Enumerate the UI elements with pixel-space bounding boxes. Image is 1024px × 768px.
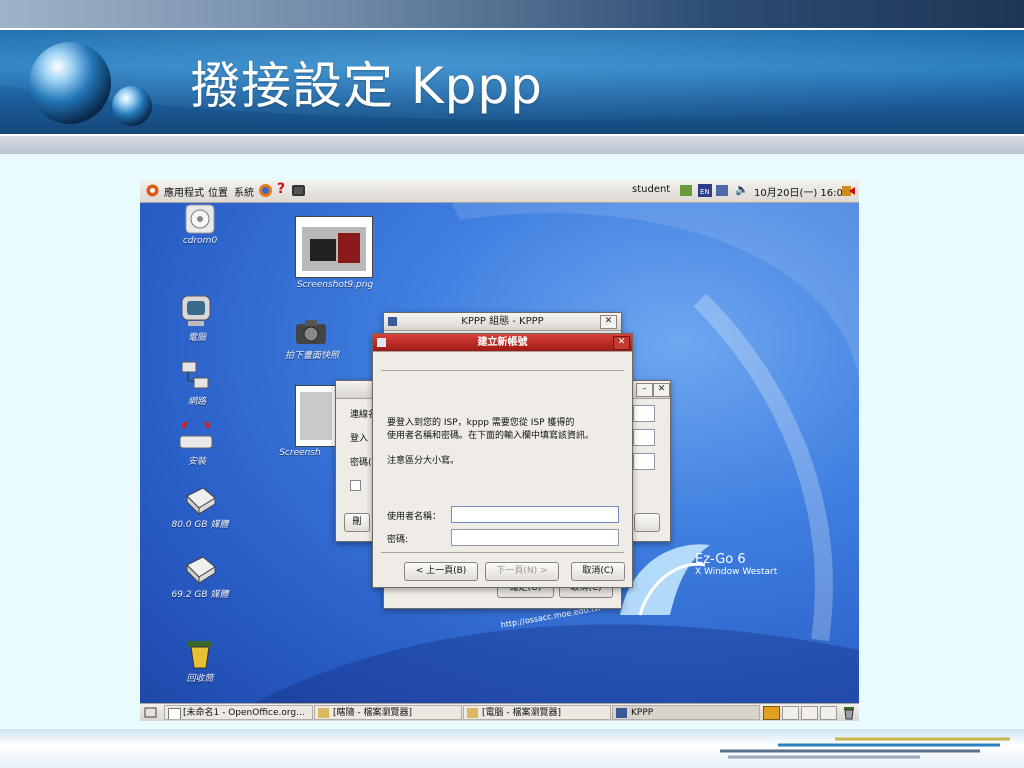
firefox-icon[interactable]	[258, 183, 273, 198]
distro-logo-icon[interactable]	[145, 183, 160, 198]
intro-text-line1: 要登入到您的 ISP，kppp 需要您從 ISP 獲得的	[387, 418, 575, 428]
login-label: 登入	[350, 434, 369, 444]
delete-button[interactable]: 刪	[344, 513, 370, 532]
connection-dropdown[interactable]	[633, 405, 655, 422]
folder-icon	[467, 708, 478, 718]
taskbar-item-kppp[interactable]: KPPP	[612, 705, 760, 720]
desktop-icon-label: 80.0 GB 媒體	[171, 520, 229, 530]
panel-username: student	[632, 184, 671, 195]
gnome-bottom-panel: [未命名1 - OpenOffice.org... [瞎隨 - 檔案瀏覽器] […	[140, 703, 859, 721]
menu-places[interactable]: 位置	[208, 184, 228, 199]
login-field[interactable]	[633, 429, 655, 446]
desktop-icon-label: cdrom0	[182, 236, 218, 246]
show-desktop-icon[interactable]	[144, 706, 157, 719]
taskbar-item-openoffice[interactable]: [未命名1 - OpenOffice.org...	[164, 705, 313, 720]
slide-title: 撥接設定 Kppp	[190, 57, 543, 115]
taskbar-label: [未命名1 - OpenOffice.org...	[183, 708, 305, 718]
desktop-icon-label: 69.2 GB 媒體	[171, 590, 229, 600]
volume-icon[interactable]: 🔈	[735, 183, 749, 196]
tray-icons[interactable]: EN	[680, 183, 730, 198]
desktop-icon-label: 電腦	[187, 333, 206, 343]
panel-clock[interactable]: 10月20日(一) 16:06	[754, 184, 849, 199]
next-button[interactable]: 下一頁(N) >	[485, 562, 559, 581]
image-file-icon[interactable]	[295, 216, 373, 278]
gnome-top-panel: 應用程式 位置 系統 ? student EN 🔈 10月20日(一) 16:0…	[140, 180, 859, 203]
bottom-lines-decoration	[720, 737, 1010, 759]
menu-system[interactable]: 系統	[234, 184, 254, 199]
case-sensitive-note: 注意區分大小寫。	[387, 456, 460, 466]
desktop-icon-label: Screenshot9.png	[296, 280, 374, 290]
close-button[interactable]: ✕	[613, 336, 630, 350]
wallpaper-tagline: X Window Westart	[695, 567, 778, 577]
close-button[interactable]: ✕	[653, 383, 670, 397]
taskbar-label: [瞎隨 - 檔案瀏覽器]	[333, 708, 412, 718]
title-underline-strip	[0, 136, 1024, 154]
desktop-icon-label: 網路	[187, 397, 206, 407]
folder-icon	[318, 708, 329, 718]
cdrom-icon[interactable]	[185, 204, 215, 234]
kppp-app-icon	[388, 317, 397, 326]
new-account-titlebar[interactable]: 建立新帳號 ✕	[373, 334, 632, 352]
minimize-button[interactable]: –	[636, 383, 653, 397]
top-decorative-strip	[0, 0, 1024, 28]
workspace-3[interactable]	[801, 706, 818, 720]
password-label: 密碼(	[350, 458, 372, 468]
desktop-icon-label: 回收筒	[186, 674, 214, 684]
username-input[interactable]	[451, 506, 619, 523]
separator	[381, 370, 624, 371]
desktop-icon-label: 拍下畫面快照	[284, 351, 339, 361]
back-button[interactable]: < 上一頁(B)	[404, 562, 478, 581]
svg-text:EN: EN	[700, 188, 710, 196]
kppp-config-titlebar[interactable]: KPPP 組態 - KPPP ✕	[384, 313, 621, 331]
separator	[381, 552, 624, 553]
image-file-icon[interactable]	[295, 385, 337, 447]
camera-icon[interactable]	[295, 318, 327, 346]
install-icon[interactable]	[178, 422, 214, 452]
computer-icon[interactable]	[180, 294, 212, 328]
trash-icon[interactable]	[842, 705, 856, 720]
desktop-icon-label: 安裝	[187, 457, 206, 467]
kppp-config-title: KPPP 組態 - KPPP	[461, 316, 544, 327]
desktop-icon-label: Screensh	[279, 448, 321, 458]
trash-icon[interactable]	[186, 638, 214, 670]
username-label: 使用者名稱：	[387, 512, 442, 522]
logout-icon[interactable]	[841, 183, 856, 198]
new-account-title: 建立新帳號	[477, 337, 528, 348]
dialog-button[interactable]	[634, 513, 660, 532]
taskbar-label: KPPP	[631, 708, 654, 718]
close-button[interactable]: ✕	[600, 315, 617, 329]
taskbar-item-computer[interactable]: [電腦 - 檔案瀏覽器]	[463, 705, 611, 720]
network-icon[interactable]	[180, 360, 212, 392]
kppp-app-icon	[377, 338, 386, 347]
desktop-screenshot: 應用程式 位置 系統 ? student EN 🔈 10月20日(一) 16:0…	[140, 180, 859, 721]
harddisk-icon[interactable]	[183, 555, 217, 585]
help-icon[interactable]: ?	[277, 181, 285, 197]
workspace-2[interactable]	[782, 706, 799, 720]
document-icon	[168, 708, 181, 719]
workspace-1[interactable]	[763, 706, 780, 720]
new-account-dialog: 建立新帳號 ✕ 要登入到您的 ISP，kppp 需要您從 ISP 獲得的 使用者…	[372, 333, 633, 588]
password-input[interactable]	[451, 529, 619, 546]
taskbar-item-file-browser[interactable]: [瞎隨 - 檔案瀏覽器]	[314, 705, 462, 720]
spheres-logo-icon	[29, 42, 152, 126]
password-field[interactable]	[633, 453, 655, 470]
wallpaper-brand: Ez-Go 6	[695, 552, 746, 567]
password-label: 密碼:	[387, 535, 409, 545]
harddisk-icon[interactable]	[183, 486, 217, 516]
taskbar-label: [電腦 - 檔案瀏覽器]	[482, 708, 561, 718]
kppp-app-icon	[616, 708, 627, 718]
cancel-button[interactable]: 取消(C)	[571, 562, 625, 581]
workspace-4[interactable]	[820, 706, 837, 720]
terminal-icon[interactable]	[291, 183, 306, 198]
intro-text-line2: 使用者名稱和密碼。在下面的輸入欄中填寫該資訊。	[387, 431, 595, 441]
option-checkbox[interactable]	[350, 480, 361, 491]
menu-applications[interactable]: 應用程式	[164, 184, 204, 199]
